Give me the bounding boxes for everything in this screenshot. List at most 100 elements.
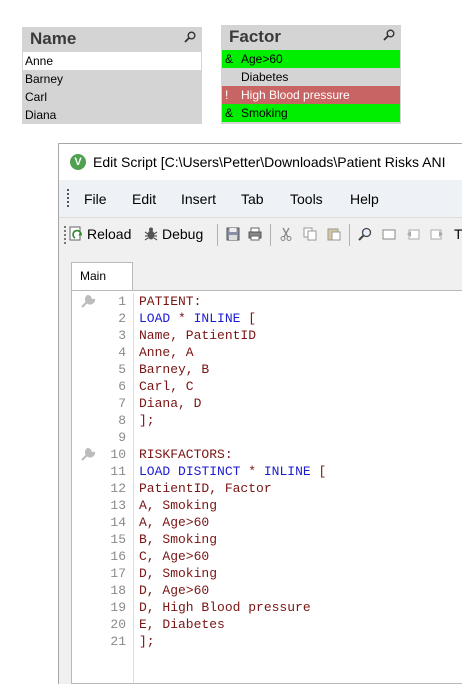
script-line[interactable]: 14 A, Age>60 [80,514,462,531]
search-icon[interactable] [184,31,196,43]
window-title: Edit Script [C:\Users\Petter\Downloads\P… [93,154,446,170]
line-number: 12 [110,481,126,496]
line-number: 15 [110,532,126,547]
save-icon[interactable] [226,227,240,241]
name-list: Anne Barney Carl Diana [23,52,201,124]
copy-icon[interactable] [303,227,317,241]
factor-list-item[interactable]: & Smoking [222,104,400,122]
toolbar-separator [349,224,350,246]
name-list-item[interactable]: Anne [23,52,201,70]
script-line[interactable]: 16 C, Age>60 [80,548,462,565]
text-token: D, Smoking [139,566,218,581]
debug-icon [144,227,158,241]
name-list-item[interactable]: Barney [23,70,201,88]
undo-icon[interactable] [406,227,420,241]
text-token: B, Smoking [139,532,218,547]
script-line[interactable]: 9 [80,429,462,446]
menu-tools[interactable]: Tools [290,191,323,207]
title-bar[interactable]: V Edit Script [C:\Users\Petter\Downloads… [59,144,462,180]
script-line[interactable]: 13 A, Smoking [80,497,462,514]
script-line[interactable]: 2 LOAD * INLINE [ [80,310,462,327]
script-line[interactable]: 5 Barney, B [80,361,462,378]
factor-label: High Blood pressure [241,88,350,102]
text-token: [ [240,311,257,326]
script-line[interactable]: 19 D, High Blood pressure [80,599,462,616]
reload-label: Reload [87,226,132,242]
search-icon[interactable] [383,29,395,41]
text-token: ]; [139,413,155,428]
script-line[interactable]: 7 Diana, D [80,395,462,412]
code-text: Anne, A [139,344,194,361]
menu-insert[interactable]: Insert [181,191,216,207]
script-editor[interactable]: 1 PATIENT: 2 LOAD * INLINE [3 Name, PatientI… [71,290,462,684]
line-number: 16 [110,549,126,564]
script-line[interactable]: 8]; [80,412,462,429]
toolbar-overflow-button[interactable]: T [454,224,462,244]
text-token: C, Age>60 [139,549,210,564]
keyword-token: INLINE [193,311,241,326]
code-text: PatientID, Factor [139,480,272,497]
menu-file[interactable]: File [84,191,107,207]
code-text: ]; [139,633,155,650]
code-text: Name, PatientID [139,327,256,344]
code-text: PATIENT: [139,293,201,310]
code-text: B, Smoking [139,531,217,548]
paste-icon[interactable] [327,227,341,241]
print-icon[interactable] [248,227,262,241]
text-token: ]; [139,634,155,649]
text-token: Diana, D [139,396,202,411]
reload-icon [69,226,82,241]
line-number: 19 [110,600,126,615]
menu-help[interactable]: Help [350,191,379,207]
wrench-icon[interactable] [80,447,96,461]
line-number: 18 [110,583,126,598]
menu-edit[interactable]: Edit [132,191,156,207]
open-icon[interactable] [382,227,396,241]
factor-list-item[interactable]: ! High Blood pressure [222,86,400,104]
script-line[interactable]: 11 LOAD DISTINCT * INLINE [ [80,463,462,480]
code-text: D, High Blood pressure [139,599,311,616]
code-text: Barney, B [139,361,209,378]
script-code-area[interactable]: 1 PATIENT: 2 LOAD * INLINE [3 Name, PatientI… [80,293,462,683]
script-line[interactable]: 3 Name, PatientID [80,327,462,344]
redo-icon[interactable] [430,227,444,241]
text-token: D, Age>60 [139,583,210,598]
script-line[interactable]: 6 Carl, C [80,378,462,395]
line-number: 4 [118,345,126,360]
script-line[interactable]: 12 PatientID, Factor [80,480,462,497]
line-number: 21 [110,634,126,649]
wrench-icon[interactable] [80,294,96,308]
edit-script-window: V Edit Script [C:\Users\Petter\Downloads… [58,143,462,684]
script-line[interactable]: 15 B, Smoking [80,531,462,548]
factor-label: Age>60 [241,52,283,66]
script-line[interactable]: 20 E, Diabetes [80,616,462,633]
script-line[interactable]: 21]; [80,633,462,650]
tab-main[interactable]: Main [71,262,133,290]
name-list-item[interactable]: Diana [23,106,201,124]
script-line[interactable]: 10 RISKFACTORS: [80,446,462,463]
factor-list-item[interactable]: & Age>60 [222,50,400,68]
reload-button[interactable]: Reload [68,224,131,244]
menu-grip-handle[interactable] [67,189,69,207]
factor-list-item[interactable]: Diabetes [222,68,400,86]
line-number: 11 [110,464,126,479]
menu-tab[interactable]: Tab [241,191,264,207]
line-number: 1 [118,294,126,309]
script-line[interactable]: 17 D, Smoking [80,565,462,582]
line-number: 10 [110,447,126,462]
debug-button[interactable]: Debug [143,224,203,244]
toolbar-grip-handle[interactable] [64,226,66,244]
script-line[interactable]: 4 Anne, A [80,344,462,361]
selection-flag: & [225,106,234,120]
code-text: C, Age>60 [139,548,209,565]
tab-strip: Main [59,251,462,291]
find-icon[interactable] [358,227,372,241]
script-line[interactable]: 1 PATIENT: [80,293,462,310]
text-token: [ [310,464,327,479]
line-number: 2 [118,311,126,326]
text-token: Anne, A [139,345,194,360]
keyword-token: LOAD [139,464,171,479]
script-line[interactable]: 18 D, Age>60 [80,582,462,599]
name-list-item[interactable]: Carl [23,88,201,106]
cut-icon[interactable] [279,227,293,241]
